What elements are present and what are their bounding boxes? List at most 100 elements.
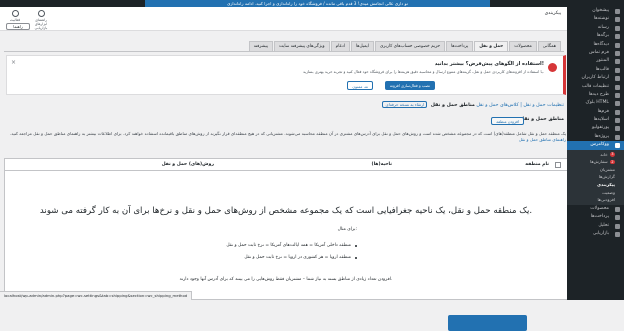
column-regions: ناحیه(ها) (371, 162, 392, 167)
submenu-item[interactable]: وضعیت (567, 189, 624, 197)
upgrade-pro-button[interactable]: ارتقاء به نسخه حرفه‌ای (382, 101, 428, 108)
column-zone-name: نام منطقه (525, 162, 549, 167)
mail-icon (615, 50, 620, 56)
sidebar-item-label: بازاریابی (592, 230, 609, 236)
submenu-item[interactable]: گزارش‌ها (567, 173, 624, 181)
sidebar-item[interactable]: رسانه (567, 24, 624, 32)
zones-heading: مناطق حمل و نقل (430, 103, 475, 108)
sidebar-item[interactable]: اسلایدها (567, 116, 624, 124)
sidebar-item[interactable]: قالب‌ها (567, 66, 624, 74)
zones-docs-link[interactable]: راهنمای مناطق حمل و نقل (519, 137, 566, 142)
notice-title: استفاده از الگوهای پیش‌فرض؟ بیشتر بدانید… (434, 61, 544, 67)
count-badge: 2 (609, 160, 615, 165)
tab-4[interactable]: حریم خصوصی حساب‌های کاربری (374, 41, 446, 51)
sidebar-item[interactable]: برگه‌ها (567, 32, 624, 40)
sidebar-item-label: قالب‌ها (595, 66, 609, 72)
sidebar-item[interactable]: بازاریابی (567, 230, 624, 238)
tab-1[interactable]: محصولات (509, 41, 537, 51)
sidebar-item[interactable]: فرم‌ها (567, 108, 624, 116)
close-icon[interactable]: × (11, 59, 16, 66)
sidebar-item[interactable]: فرم تماس (567, 49, 624, 57)
sidebar-item[interactable]: پورتفولیو (567, 124, 624, 132)
sidebar-item-label: بلوک HTML (585, 100, 609, 106)
install-plugin-button[interactable]: نصب و فعال‌سازی افزونه (384, 81, 435, 90)
submenu-item[interactable]: خانه 3 (567, 151, 624, 159)
sidebar-item-label: رسانه (597, 24, 609, 30)
code-icon (615, 101, 620, 107)
layout-icon (615, 92, 620, 98)
sidebar-item[interactable]: تنظیمات قالب (567, 83, 624, 91)
sidebar-item[interactable]: محصولات (567, 205, 624, 213)
tab-0[interactable]: همگانی (537, 41, 561, 51)
tab-2[interactable]: حمل و نقل (474, 41, 509, 51)
add-zone-primary-button[interactable] (448, 315, 527, 331)
submenu-item-label: وضعیت (602, 189, 615, 195)
zones-description: یک منطقه حمل و نقل شامل منطقه(های) است ک… (6, 131, 566, 142)
media-icon (615, 25, 620, 31)
add-zone-button[interactable]: افزودن منطقه (491, 117, 524, 125)
sidebar-item[interactable]: پروژه‌ها (567, 133, 624, 141)
submenu-item-label: خانه (600, 151, 608, 157)
activity-icon (11, 10, 19, 17)
empty-state-note: افزودن تعداد زیادی از مناطق بسته به نیاز… (179, 277, 393, 282)
sidebar-item[interactable]: پیشخوان (567, 7, 624, 15)
admin-sidebar: پیشخوان نوشته‌ها رسانه برگه‌ها دیدگاه‌ها فرم … (567, 7, 624, 300)
sidebar-item-label: محصولات (590, 205, 609, 211)
sidebar-item-woocommerce[interactable]: ووکامرس (567, 141, 624, 150)
tab-5[interactable]: ایمیل‌ها (350, 41, 374, 51)
sidebar-item[interactable]: پرداخت‌ها (567, 213, 624, 221)
activity-button[interactable]: فعالیت (4, 10, 26, 22)
pin-icon (615, 17, 620, 23)
sidebar-item[interactable]: ارتباط کاربران (567, 74, 624, 82)
page-header: فعالیت راهنمای ابزارهای بازاریابی پیکربن… (0, 7, 567, 31)
help-label: راهنمای ابزارهای بازاریابی (34, 18, 48, 30)
submenu-item[interactable]: افزودنی‌ها (567, 196, 624, 204)
table-header: نام منطقه ناحیه(ها) روش(های) حمل و نقل (5, 159, 567, 171)
notice-text: با استفاده از افزونه‌های کاربردی حمل و ن… (303, 69, 544, 74)
sidebar-item[interactable]: بلوک HTML (567, 99, 624, 107)
comment-icon (615, 42, 620, 48)
submenu-item[interactable]: پیکربندی (567, 181, 624, 189)
submenu-item[interactable]: سفارش‌ها 2 (567, 158, 624, 166)
zones-heading-row: ارتقاء به نسخه حرفه‌ای تنظیمات حمل و نقل… (382, 101, 564, 108)
settings-tabs: همگانی محصولات حمل و نقل پرداخت‌ها حریم خصوص… (220, 41, 561, 51)
column-methods: روش(های) حمل و نقل (161, 162, 214, 167)
woocommerce-submenu: خانه 3 سفارش‌ها 2 مشتریان گزارش‌ها پیکربندی وضع… (567, 149, 624, 205)
sidebar-item-label: ارتباط کاربران (581, 75, 609, 81)
setup-notice-banner[interactable]: تو داری عالی انجامش میدی! 3 قدم باقی مان… (145, 0, 490, 7)
tabs-divider (4, 51, 564, 52)
sidebar-item-label: پرداخت‌ها (590, 214, 609, 220)
portfolio-icon (615, 126, 620, 132)
dismiss-button[interactable]: نه، ممنون (347, 81, 373, 90)
select-all-checkbox[interactable] (555, 162, 561, 168)
sidebar-item-label: پیشخوان (592, 8, 609, 13)
zones-subtitle: مناطق حمل و نقل (519, 117, 564, 122)
help-icon (37, 10, 45, 17)
submenu-item-label: سفارش‌ها (590, 159, 608, 165)
page-icon (615, 34, 620, 40)
shipping-sub-links[interactable]: تنظیمات حمل و نقل | کلاس‌های حمل و نقل (476, 103, 564, 108)
sidebar-item[interactable]: نوشته‌ها (567, 15, 624, 23)
sidebar-item-label: فرم تماس (589, 49, 609, 55)
sidebar-item[interactable]: تحلیل (567, 222, 624, 230)
tab-7[interactable]: ویژگی‌های پیشرفته سایت (273, 41, 330, 51)
tab-8[interactable]: پیشرفته (248, 41, 273, 51)
sidebar-item-label: پروژه‌ها (594, 133, 609, 139)
sidebar-item-label: دیدگاه‌ها (593, 41, 609, 47)
help-dropdown[interactable]: راهنما (6, 23, 30, 30)
tab-6[interactable]: ادغام (330, 41, 350, 51)
count-badge: 3 (609, 152, 615, 157)
project-icon (615, 134, 620, 140)
activity-label: فعالیت (9, 18, 21, 22)
analytics-icon (615, 223, 620, 229)
payment-icon (615, 215, 620, 221)
sidebar-item[interactable]: دیدگاه‌ها (567, 41, 624, 49)
help-button[interactable]: راهنمای ابزارهای بازاریابی (30, 10, 52, 30)
sidebar-item[interactable]: المنتور (567, 57, 624, 65)
sidebar-item[interactable]: طرح دیدها (567, 91, 624, 99)
sidebar-item-label: تحلیل (598, 222, 609, 228)
submenu-item[interactable]: مشتریان (567, 166, 624, 174)
tab-3[interactable]: پرداخت‌ها (446, 41, 474, 51)
submenu-item-label: مشتریان (599, 166, 615, 172)
settings-icon (615, 84, 620, 90)
